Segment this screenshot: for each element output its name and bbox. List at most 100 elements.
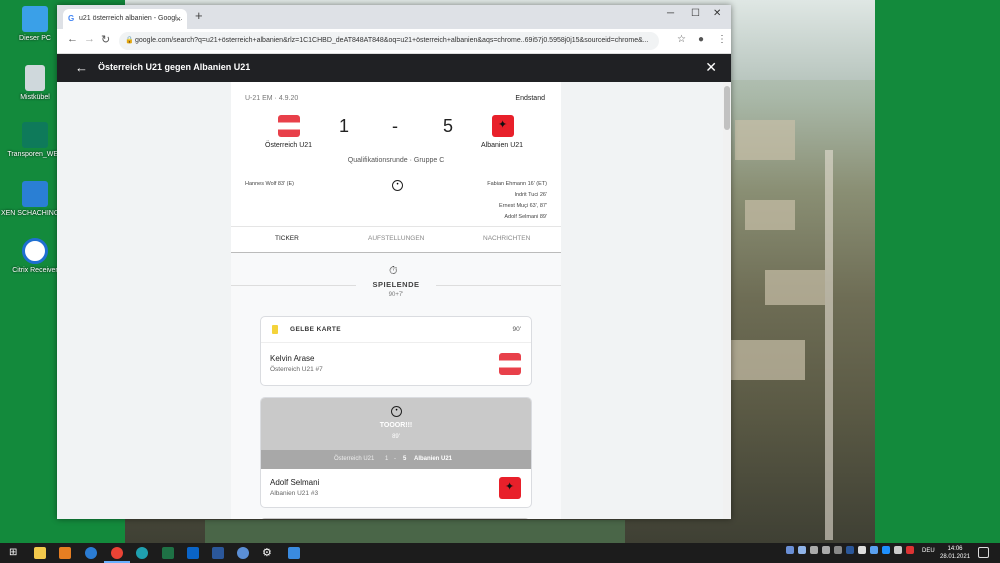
menu-dots-icon[interactable]: ⋮ [717,34,727,45]
scorer: Indrit Tuci 26' [514,192,547,198]
close-window-button[interactable]: ✕ [713,8,721,19]
albania-flag-icon [492,115,514,137]
new-tab-button[interactable]: + [195,8,203,23]
url-text: google.com/search?q=u21+österreich+alban… [135,37,649,44]
match-overlay-header: ← Österreich U21 gegen Albanien U21 ✕ [57,54,731,83]
app-shortcut-icon [22,122,48,148]
citrix-icon[interactable] [237,547,249,559]
event-card-yellow[interactable]: GELBE KARTE 90' Kelvin Arase Österreich … [260,316,532,386]
file-explorer-icon[interactable] [34,547,46,559]
clock-time: 14:06 [947,546,963,552]
tray-icon[interactable] [786,546,794,554]
reload-icon[interactable]: ↻ [101,33,110,46]
tab-title: u21 österreich albanien - Googl... [79,15,183,22]
close-icon[interactable]: ✕ [705,59,717,76]
next-event-card [260,518,530,519]
score-sep: - [394,456,396,462]
system-clock[interactable]: 14:06 28.01.2021 [940,545,970,561]
taskbar: ⊞ ⚙ DEU 14:06 28.01.2021 [0,543,1000,563]
home-team-name[interactable]: Österreich U21 [265,142,312,149]
match-status: Endstand [515,95,545,102]
goal-header: • TOOOR!!! 89' [261,398,531,450]
notification-icon[interactable] [978,547,989,558]
tray-icon[interactable] [834,546,842,554]
tab-strip: G u21 österreich albanien - Googl... × +… [57,5,731,29]
austria-flag-icon [278,115,300,137]
desktop-right-area [875,0,1000,543]
edge-legacy-icon[interactable] [85,547,97,559]
tray-icon[interactable] [822,546,830,554]
phase-minute: 90+7' [388,292,404,298]
scorer: Fabian Ehmann 16' (ET) [487,181,547,187]
browser-window: G u21 österreich albanien - Googl... × +… [57,5,731,519]
competition-date: U-21 EM · 4.9.20 [245,95,299,102]
media-player-icon[interactable] [59,547,71,559]
tray-icon[interactable] [858,546,866,554]
score-away-team: Albanien U21 [414,456,453,462]
event-card-goal[interactable]: • TOOOR!!! 89' Österreich U21 1 - 5 Alba… [260,397,532,508]
event-type: GELBE KARTE [290,326,341,333]
computer-icon [22,6,48,32]
tray-icon[interactable] [846,546,854,554]
player-name: Kelvin Arase [270,354,315,363]
ticker-section: ⏱ SPIELENDE 90+7' GELBE KARTE 90' Kelvin… [231,253,561,519]
score-away: 5 [403,456,407,462]
tab-news[interactable]: NACHRICHTEN [483,235,530,242]
stopwatch-icon: ⏱ [389,265,398,277]
minimize-button[interactable]: ─ [667,8,674,19]
scorer: Ernest Muçi 63', 87' [499,203,547,209]
tray-icon[interactable] [798,546,806,554]
excel-icon[interactable] [162,547,174,559]
edge-icon[interactable] [136,547,148,559]
tab-lineups[interactable]: AUFSTELLUNGEN [368,235,424,242]
scrollbar-thumb[interactable] [724,86,730,130]
google-icon: G [68,14,75,23]
tray-icon[interactable] [894,546,902,554]
tray-icon[interactable] [810,546,818,554]
back-arrow-icon[interactable]: ← [67,33,78,45]
overlay-title: Österreich U21 gegen Albanien U21 [98,62,251,72]
tray-icon[interactable] [882,546,890,554]
language-indicator[interactable]: DEU [922,548,935,554]
tab-ticker[interactable]: TICKER [275,235,299,242]
tray-icon[interactable] [906,546,914,554]
event-body: Kelvin Arase Österreich U21 #7 [261,343,531,385]
score-home-team: Österreich U21 [334,456,375,462]
profile-icon[interactable]: ● [698,34,704,45]
back-arrow-icon[interactable]: ← [75,60,88,75]
remote-desktop-icon[interactable] [288,547,300,559]
away-team-name[interactable]: Albanien U21 [481,142,523,149]
forward-arrow-icon[interactable]: → [84,33,95,45]
event-minute: 89' [392,434,400,440]
away-score: 5 [443,116,454,136]
chrome-icon[interactable] [111,547,123,559]
lock-icon: 🔒 [125,37,134,44]
maximize-button[interactable]: ☐ [691,8,700,19]
player-name: Adolf Selmani [270,478,320,487]
bookmark-star-icon[interactable]: ☆ [677,34,686,45]
tray-icon[interactable] [870,546,878,554]
clock-date: 28.01.2021 [940,554,971,560]
score-separator: - [392,116,398,136]
scrollbar[interactable] [723,82,731,519]
windows-start-icon[interactable]: ⊞ [9,547,21,559]
phase-label: SPIELENDE [372,280,420,289]
event-body: Adolf Selmani Albanien U21 #3 [261,469,531,507]
word-icon[interactable] [212,547,224,559]
match-round: Qualifikationsrunde · Gruppe C [347,157,445,164]
tab-close-icon[interactable]: × [176,9,181,29]
football-icon: • [392,180,403,191]
goal-scoreline: Österreich U21 1 - 5 Albanien U21 [261,450,531,469]
score-home: 1 [385,456,389,462]
citrix-icon [22,238,48,264]
address-bar[interactable]: 🔒 google.com/search?q=u21+österreich+alb… [119,32,659,50]
monitor-icon [22,181,48,207]
outlook-icon[interactable] [187,547,199,559]
austria-flag-icon [499,353,521,375]
scorer: Adolf Selmani 89' [504,214,547,220]
event-header: GELBE KARTE 90' [261,317,531,343]
settings-gear-icon[interactable]: ⚙ [262,547,274,559]
event-type: TOOOR!!! [379,422,413,429]
content-viewport: U-21 EM · 4.9.20 Endstand Österreich U21… [57,82,723,519]
browser-tab[interactable]: G u21 österreich albanien - Googl... × [63,9,187,29]
